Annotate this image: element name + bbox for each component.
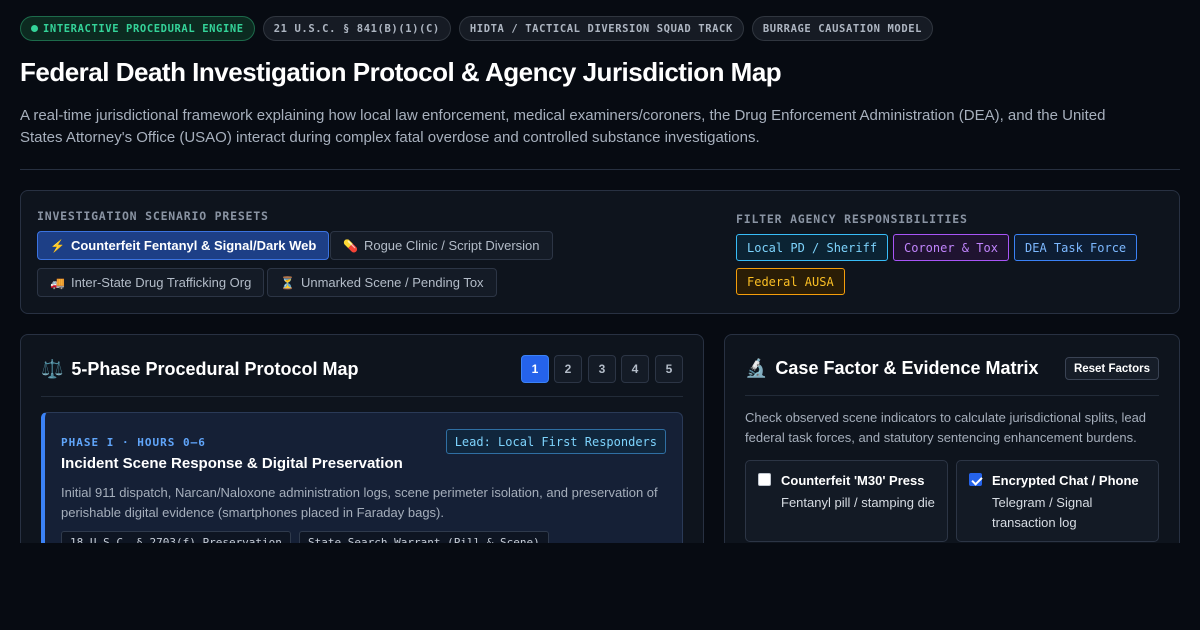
truck-icon: 🚚 [50, 275, 65, 290]
causation-model-badge: BURRAGE CAUSATION MODEL [751, 16, 934, 41]
preset-counterfeit-fentanyl[interactable]: ⚡ Counterfeit Fentanyl & Signal/Dark Web [37, 231, 330, 260]
preset-label: Unmarked Scene / Pending Tox [300, 275, 484, 290]
preset-label: Rogue Clinic / Script Diversion [363, 238, 540, 253]
badge-label: 21 U.S.C. § 841(B)(1)(C) [273, 22, 440, 35]
phase-button-5[interactable]: 5 [655, 355, 683, 383]
matrix-card-title: 🔬 Case Factor & Evidence Matrix [745, 358, 1039, 379]
protocol-title-text: 5-Phase Procedural Protocol Map [71, 359, 359, 379]
badge-label: INTERACTIVE PROCEDURAL ENGINE [43, 22, 244, 35]
phase-label: PHASE I · HOURS 0–6 [61, 436, 206, 449]
factor-encrypted-chat[interactable]: Encrypted Chat / Phone Telegram / Signal… [956, 460, 1159, 542]
presets-label: INVESTIGATION SCENARIO PRESETS [37, 209, 269, 223]
factor-detail: Telegram / Signal transaction log [992, 495, 1093, 530]
statute-tag: State Search Warrant (Pill & Scene) [299, 531, 549, 543]
phase-button-2[interactable]: 2 [554, 355, 582, 383]
pill-icon: 💊 [343, 238, 358, 253]
phase-button-1[interactable]: 1 [521, 355, 549, 383]
evidence-matrix-card: 🔬 Case Factor & Evidence Matrix Reset Fac… [724, 334, 1180, 543]
phase-button-3[interactable]: 3 [588, 355, 616, 383]
page: INTERACTIVE PROCEDURAL ENGINE 21 U.S.C. … [0, 0, 1200, 630]
factor-detail: Fentanyl pill / stamping die [781, 495, 935, 510]
phase-lead-badge: Lead: Local First Responders [445, 429, 666, 454]
page-title: Federal Death Investigation Protocol & A… [20, 57, 782, 87]
filter-dea-task-force[interactable]: DEA Task Force [1014, 234, 1138, 261]
preset-interstate-dto[interactable]: 🚚 Inter-State Drug Trafficking Org [37, 268, 265, 297]
badge-row: INTERACTIVE PROCEDURAL ENGINE 21 U.S.C. … [20, 16, 934, 41]
hidta-track-badge: HIDTA / TACTICAL DIVERSION SQUAD TRACK [458, 16, 744, 41]
reset-factors-button[interactable]: Reset Factors [1064, 357, 1159, 380]
phase-detail-card: PHASE I · HOURS 0–6 Lead: Local First Re… [41, 412, 683, 543]
header-divider [20, 169, 1180, 170]
filter-federal-ausa[interactable]: Federal AUSA [736, 268, 845, 295]
phase-button-4[interactable]: 4 [621, 355, 649, 383]
preset-rogue-clinic[interactable]: 💊 Rogue Clinic / Script Diversion [330, 231, 553, 260]
scales-icon: ⚖️ [41, 359, 64, 379]
preset-label: Inter-State Drug Trafficking Org [70, 275, 252, 290]
card-divider [745, 395, 1159, 396]
lightning-icon: ⚡ [50, 238, 65, 253]
factor-checkbox[interactable] [758, 473, 771, 486]
badge-label: BURRAGE CAUSATION MODEL [762, 22, 923, 35]
phase-title: Incident Scene Response & Digital Preser… [61, 455, 403, 472]
protocol-card-title: ⚖️ 5-Phase Procedural Protocol Map [41, 359, 359, 380]
page-subtitle: A real-time jurisdictional framework exp… [20, 107, 1106, 146]
engine-status-badge: INTERACTIVE PROCEDURAL ENGINE [20, 16, 255, 41]
status-dot-icon [31, 25, 38, 32]
card-divider [41, 396, 683, 397]
preset-label: Counterfeit Fentanyl & Signal/Dark Web [70, 238, 317, 253]
matrix-description: Check observed scene indicators to calcu… [745, 410, 1147, 445]
phase-description: Initial 911 dispatch, Narcan/Naloxone ad… [61, 485, 658, 520]
viewport: INTERACTIVE PROCEDURAL ENGINE 21 U.S.C. … [0, 0, 1200, 543]
hourglass-icon: ⏳ [280, 275, 295, 290]
factor-title: Encrypted Chat / Phone [992, 473, 1139, 488]
factor-checkbox[interactable] [969, 473, 982, 486]
factor-title: Counterfeit 'M30' Press [781, 473, 925, 488]
statute-badge: 21 U.S.C. § 841(B)(1)(C) [262, 16, 451, 41]
filter-coroner-tox[interactable]: Coroner & Tox [893, 234, 1009, 261]
protocol-map-card: ⚖️ 5-Phase Procedural Protocol Map 1 2 3 … [20, 334, 704, 543]
preset-unmarked-scene[interactable]: ⏳ Unmarked Scene / Pending Tox [267, 268, 497, 297]
filter-local-pd[interactable]: Local PD / Sheriff [736, 234, 889, 261]
statute-tag: 18 U.S.C. § 2703(f) Preservation [61, 531, 291, 543]
factor-counterfeit-m30[interactable]: Counterfeit 'M30' Press Fentanyl pill / … [745, 460, 948, 542]
badge-label: HIDTA / TACTICAL DIVERSION SQUAD TRACK [469, 22, 733, 35]
microscope-icon: 🔬 [745, 358, 768, 378]
scenario-controls-panel: INVESTIGATION SCENARIO PRESETS ⚡ Counter… [20, 190, 1180, 314]
filters-label: FILTER AGENCY RESPONSIBILITIES [736, 212, 968, 226]
matrix-title-text: Case Factor & Evidence Matrix [775, 358, 1039, 378]
